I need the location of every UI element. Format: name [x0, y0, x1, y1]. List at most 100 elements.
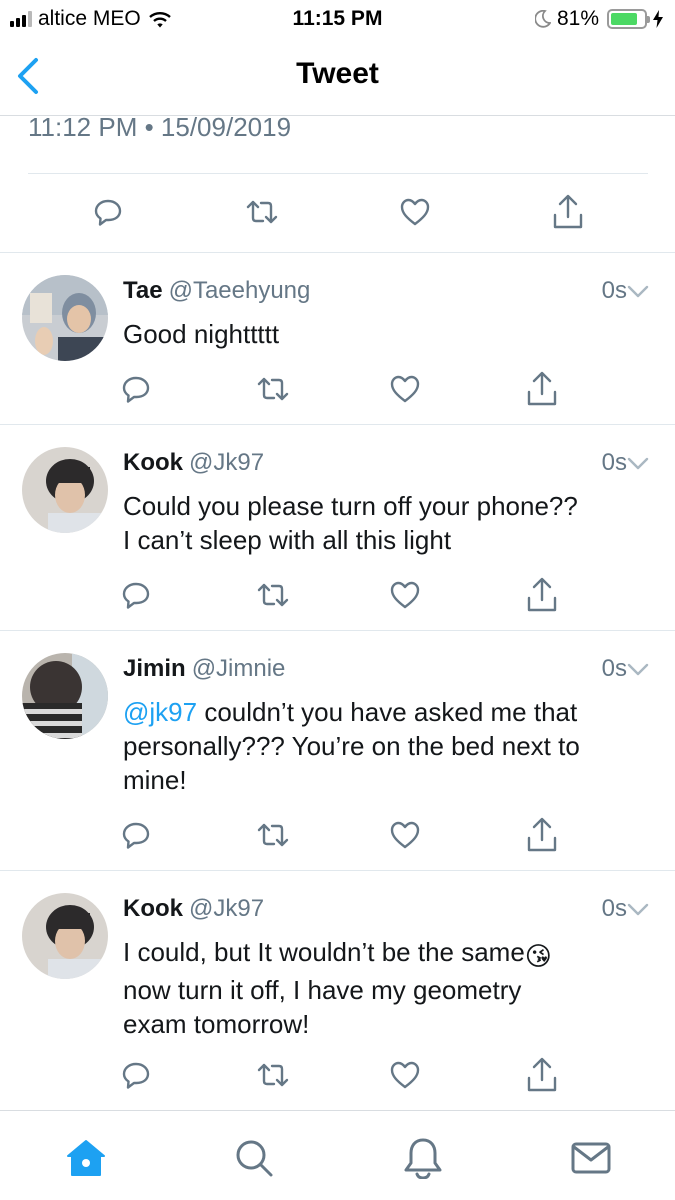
- avatar[interactable]: [22, 653, 108, 739]
- battery-fill: [611, 13, 637, 25]
- share-icon: [527, 817, 557, 852]
- reply-header: Tae @Taeehyung: [123, 277, 310, 305]
- tweet-text-line: exam tomorrow!: [123, 1009, 310, 1039]
- display-name[interactable]: Jimin: [123, 655, 186, 682]
- nav-bar: Tweet: [0, 40, 675, 116]
- tab-search[interactable]: [229, 1133, 279, 1183]
- share-button[interactable]: [520, 813, 564, 857]
- share-icon: [527, 577, 557, 612]
- retweet-button[interactable]: [251, 1053, 295, 1097]
- tweet-text-line: I could, but It wouldn’t be the same😘: [123, 935, 653, 973]
- reply-icon: [122, 376, 150, 403]
- timestamp: 0s: [601, 655, 627, 682]
- tweet-text-line: mine!: [123, 765, 187, 795]
- tweet-text-line: Good nighttttt: [123, 319, 280, 349]
- share-button[interactable]: [520, 573, 564, 617]
- tweet-text-line: personally??? You’re on the bed next to: [123, 731, 580, 761]
- tab-notifications[interactable]: [398, 1133, 448, 1183]
- reply-icon: [122, 822, 150, 849]
- retweet-icon: [257, 377, 289, 401]
- reply-header: Jimin @Jimnie: [123, 655, 285, 683]
- notifications-icon: [404, 1138, 442, 1179]
- tab-home[interactable]: [61, 1133, 111, 1183]
- page-title: Tweet: [296, 57, 379, 90]
- reply-icon: [122, 582, 150, 609]
- avatar[interactable]: [22, 275, 108, 361]
- reply-tweet[interactable]: Tae @Taeehyung 0s Good nighttttt: [0, 253, 675, 424]
- reply-button[interactable]: [114, 573, 158, 617]
- reply-header: Kook @Jk97: [123, 449, 264, 477]
- retweet-button[interactable]: [251, 813, 295, 857]
- reply-tweet[interactable]: Kook @Jk97 0s I could, but It wouldn’t be…: [0, 871, 675, 1110]
- divider: [28, 173, 648, 174]
- battery-percent: 81%: [556, 7, 599, 30]
- reply-icon: [94, 199, 122, 226]
- share-button[interactable]: [520, 1053, 564, 1097]
- tweet-text-segment: I could, but It wouldn’t be the same: [123, 937, 525, 967]
- retweet-icon: [257, 823, 289, 847]
- user-handle[interactable]: @Jk97: [189, 449, 264, 476]
- chevron-down-icon[interactable]: [627, 285, 649, 299]
- tweet-action-bar: [0, 367, 675, 411]
- retweet-button[interactable]: [251, 367, 295, 411]
- like-icon: [400, 198, 430, 226]
- display-name[interactable]: Tae: [123, 277, 163, 304]
- display-name[interactable]: Kook: [123, 449, 183, 476]
- retweet-button[interactable]: [240, 190, 284, 234]
- avatar-photo: [22, 447, 108, 533]
- user-handle[interactable]: @Jk97: [189, 895, 264, 922]
- tweet-text-segment: couldn’t you have asked me that: [197, 697, 578, 727]
- kissing-face-emoji: 😘: [524, 941, 552, 971]
- user-handle[interactable]: @Jimnie: [192, 655, 286, 682]
- status-bar: altice MEO 11:15 PM 81%: [0, 0, 675, 40]
- tweet-text: Could you please turn off your phone?? I…: [123, 489, 653, 557]
- share-button[interactable]: [546, 190, 590, 234]
- avatar[interactable]: [22, 447, 108, 533]
- share-icon: [527, 371, 557, 406]
- chevron-down-icon[interactable]: [627, 663, 649, 677]
- share-button[interactable]: [520, 367, 564, 411]
- like-button[interactable]: [393, 190, 437, 234]
- like-button[interactable]: [383, 813, 427, 857]
- reply-header: Kook @Jk97: [123, 895, 264, 923]
- avatar-photo: [22, 653, 108, 739]
- messages-icon: [571, 1142, 611, 1174]
- tweet-datetime: 11:12 PM • 15/09/2019: [28, 112, 292, 142]
- search-icon: [236, 1140, 273, 1177]
- mention-link[interactable]: @jk97: [123, 697, 197, 727]
- battery-icon: [607, 9, 650, 29]
- reply-button[interactable]: [86, 190, 130, 234]
- share-icon: [527, 1057, 557, 1092]
- user-handle[interactable]: @Taeehyung: [169, 277, 311, 304]
- like-icon: [390, 1061, 420, 1089]
- like-button[interactable]: [383, 573, 427, 617]
- status-right: 81%: [534, 7, 663, 31]
- chevron-down-icon[interactable]: [627, 457, 649, 471]
- display-name[interactable]: Kook: [123, 895, 183, 922]
- tweet-action-bar: [0, 190, 675, 234]
- reply-tweet[interactable]: Jimin @Jimnie 0s @jk97 couldn’t you have …: [0, 631, 675, 870]
- avatar-photo: [22, 275, 108, 361]
- like-button[interactable]: [383, 367, 427, 411]
- reply-button[interactable]: [114, 1053, 158, 1097]
- timestamp: 0s: [601, 895, 627, 922]
- avatar[interactable]: [22, 893, 108, 979]
- charging-icon: [653, 10, 663, 28]
- chevron-down-icon[interactable]: [627, 903, 649, 917]
- retweet-button[interactable]: [251, 573, 295, 617]
- tweet-action-bar: [0, 1053, 675, 1097]
- tweet-action-bar: [0, 573, 675, 617]
- retweet-icon: [257, 1063, 289, 1087]
- share-icon: [553, 194, 583, 229]
- tab-messages[interactable]: [566, 1133, 616, 1183]
- tweet-action-bar: [0, 813, 675, 857]
- reply-button[interactable]: [114, 367, 158, 411]
- reply-tweet[interactable]: Kook @Jk97 0s Could you please turn off y…: [0, 425, 675, 630]
- retweet-icon: [257, 583, 289, 607]
- tweet-text-line: now turn it off, I have my geometry: [123, 975, 522, 1005]
- like-button[interactable]: [383, 1053, 427, 1097]
- tab-bar: [0, 1110, 675, 1200]
- reply-button[interactable]: [114, 813, 158, 857]
- reply-icon: [122, 1062, 150, 1089]
- timestamp: 0s: [601, 449, 627, 476]
